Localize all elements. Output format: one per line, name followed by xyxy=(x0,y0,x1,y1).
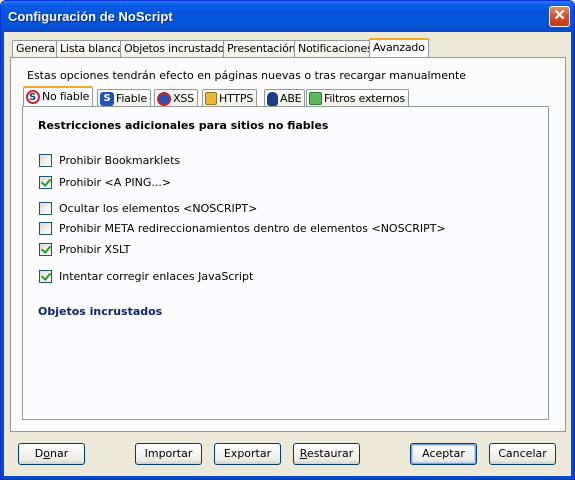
checkbox[interactable] xyxy=(39,270,52,283)
option-hide-noscript[interactable]: Ocultar los elementos <NOSCRIPT> xyxy=(39,202,257,215)
tab-general[interactable]: General xyxy=(12,40,62,57)
title-bar[interactable]: Configuración de NoScript ✕ xyxy=(1,1,574,32)
checkbox[interactable] xyxy=(39,222,52,235)
option-forbid-meta-redirect[interactable]: Prohibir META redireccionamientos dentro… xyxy=(39,222,446,235)
checkbox[interactable] xyxy=(39,202,52,215)
xss-icon xyxy=(157,91,171,106)
donate-label-accel: o xyxy=(43,447,50,460)
window-frame-right xyxy=(571,32,574,478)
checkbox[interactable] xyxy=(39,243,52,256)
tab-whitelist[interactable]: Lista blanca xyxy=(56,40,128,57)
option-fix-javascript-links[interactable]: Intentar corregir enlaces JavaScript xyxy=(39,270,253,283)
subtab-label: Fiable xyxy=(116,91,147,105)
option-label: Intentar corregir enlaces JavaScript xyxy=(59,270,254,283)
option-forbid-a-ping[interactable]: Prohibir <A PING...> xyxy=(39,176,171,189)
cancel-button[interactable]: Cancelar xyxy=(489,443,556,465)
subtab-label: Filtros externos xyxy=(324,91,405,105)
checkbox[interactable] xyxy=(39,176,52,189)
subtab-external-filters[interactable]: Filtros externos xyxy=(306,89,409,107)
option-label: Ocultar los elementos <NOSCRIPT> xyxy=(59,202,258,215)
subtab-https[interactable]: HTTPS xyxy=(202,89,258,107)
tab-embedded-objects[interactable]: Objetos incrustados xyxy=(120,40,234,57)
subtab-abe[interactable]: ABE xyxy=(264,89,306,107)
subtab-trusted[interactable]: S Fiable xyxy=(97,89,151,107)
accept-button[interactable]: Aceptar xyxy=(410,443,477,465)
subtab-label: No fiable xyxy=(42,90,90,103)
option-label: Prohibir Bookmarklets xyxy=(59,154,181,167)
restore-label-accel: R xyxy=(299,447,307,460)
tab-advanced[interactable]: Avanzado xyxy=(369,38,429,57)
subtab-label: XSS xyxy=(173,91,194,105)
export-button[interactable]: Exportar xyxy=(214,443,281,465)
subtab-label: ABE xyxy=(280,91,302,105)
s-icon: S xyxy=(100,91,114,106)
subtab-untrusted[interactable]: No fiable xyxy=(23,86,94,106)
option-label: Prohibir META redireccionamientos dentro… xyxy=(59,222,446,235)
section-title: Restricciones adicionales para sitios no… xyxy=(38,119,329,132)
puzzle-icon xyxy=(309,92,322,105)
tab-notifications[interactable]: Notificaciones xyxy=(294,40,377,57)
donate-label-rest: nar xyxy=(49,447,69,460)
import-button[interactable]: Importar xyxy=(135,443,202,465)
restore-button[interactable]: Restaurar xyxy=(293,443,360,465)
noscript-settings-window: Configuración de NoScript ✕ General List… xyxy=(0,0,575,480)
option-forbid-bookmarklets[interactable]: Prohibir Bookmarklets xyxy=(39,154,180,167)
restore-label-rest: estaurar xyxy=(306,447,354,460)
lock-icon xyxy=(205,92,217,105)
abe-icon xyxy=(267,91,278,106)
subtab-label: HTTPS xyxy=(219,91,254,105)
info-text: Estas opciones tendrán efecto en páginas… xyxy=(27,69,467,82)
close-button[interactable]: ✕ xyxy=(549,6,570,27)
option-label: Prohibir <A PING...> xyxy=(59,176,172,189)
subtab-xss[interactable]: XSS xyxy=(154,89,198,107)
window-title: Configuración de NoScript xyxy=(8,9,173,24)
option-forbid-xslt[interactable]: Prohibir XSLT xyxy=(39,243,130,256)
option-label: Prohibir XSLT xyxy=(59,243,131,256)
checkbox[interactable] xyxy=(39,154,52,167)
embedded-objects-heading: Objetos incrustados xyxy=(38,305,163,318)
noscript-icon xyxy=(26,90,40,106)
donate-button[interactable]: Donar xyxy=(18,443,85,465)
window-frame-bottom xyxy=(1,476,574,479)
donate-label-first: D xyxy=(34,447,44,460)
tab-appearance[interactable]: Presentación xyxy=(223,40,300,57)
window-frame-left xyxy=(1,32,4,478)
